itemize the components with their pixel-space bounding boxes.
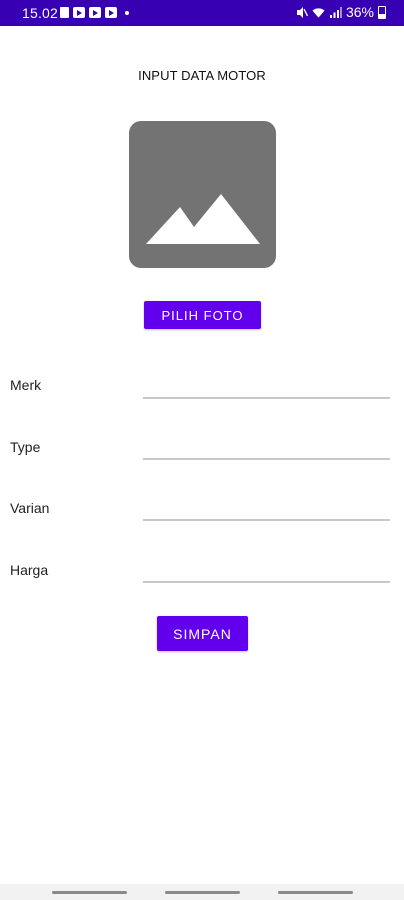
harga-label: Harga — [10, 562, 49, 578]
wifi-icon — [312, 7, 325, 18]
merk-input[interactable] — [143, 369, 390, 399]
page-title: INPUT DATA MOTOR — [138, 68, 266, 83]
battery-percent: 36% — [345, 4, 374, 20]
nav-home-handle[interactable] — [165, 891, 240, 894]
signal-icon — [329, 6, 342, 18]
nav-recents-handle[interactable] — [52, 891, 127, 894]
lock-icon — [60, 7, 69, 18]
more-notifications-dot-icon — [125, 10, 129, 15]
pick-photo-button[interactable]: PILIH FOTO — [144, 301, 261, 329]
youtube-icon — [105, 7, 117, 18]
harga-input[interactable] — [143, 553, 390, 583]
youtube-icon — [73, 7, 85, 18]
app-screen: 15.02 36% INPUT DATA MOTOR PILIH FOTO Me… — [0, 0, 404, 900]
navigation-bar — [0, 884, 404, 900]
status-time: 15.02 — [22, 5, 59, 21]
varian-label: Varian — [10, 500, 50, 516]
merk-label: Merk — [10, 377, 42, 393]
nav-back-handle[interactable] — [278, 891, 353, 894]
system-icons: 36% — [295, 4, 386, 20]
save-button[interactable]: SIMPAN — [157, 616, 248, 651]
varian-input[interactable] — [143, 491, 390, 521]
type-label: Type — [10, 439, 41, 455]
image-placeholder-icon — [146, 194, 260, 244]
youtube-icon — [89, 7, 101, 18]
notification-icons — [60, 7, 129, 18]
type-input[interactable] — [143, 430, 390, 460]
photo-preview — [129, 121, 276, 268]
battery-icon — [378, 5, 386, 19]
mute-icon — [296, 6, 308, 18]
status-bar: 15.02 36% — [0, 0, 404, 26]
